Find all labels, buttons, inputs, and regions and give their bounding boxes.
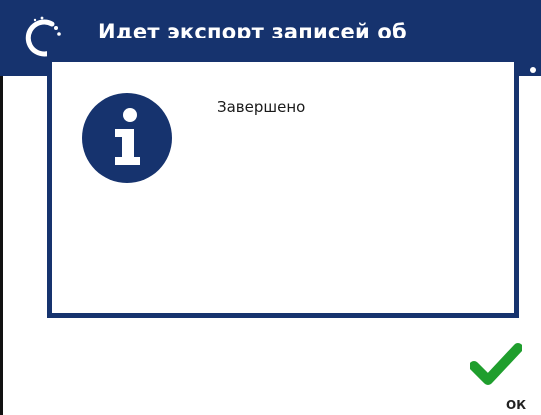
user-icon[interactable] [526, 66, 540, 80]
checkmark-icon [470, 343, 522, 385]
dialog-message: Завершено [217, 98, 306, 116]
ok-button[interactable]: ОК [468, 342, 528, 412]
export-screen: Идет экспорт записей об Завершено ОК [0, 0, 541, 415]
dialog-body: Завершено [52, 62, 514, 313]
info-dialog: Завершено [47, 38, 519, 318]
ok-label: ОК [506, 398, 527, 412]
info-icon [82, 93, 172, 183]
